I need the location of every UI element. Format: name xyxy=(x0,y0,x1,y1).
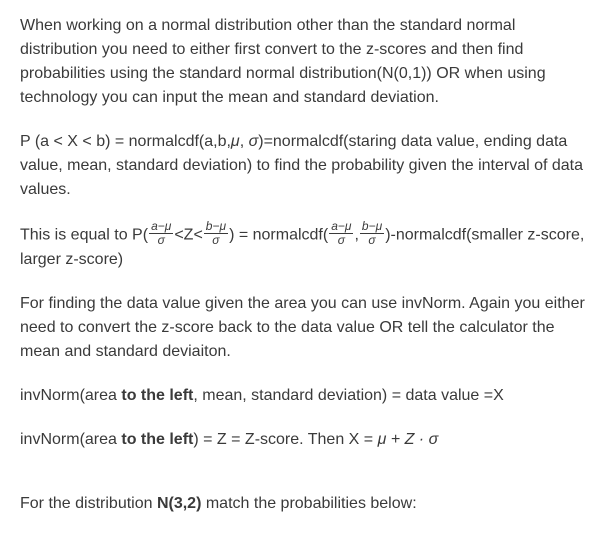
bold-text: to the left xyxy=(121,431,193,448)
text: ) = normalcdf( xyxy=(229,226,328,243)
numerator: b−μ xyxy=(360,220,384,234)
paragraph-zscore-equation: This is equal to P(a−μσ<Z<b−μσ) = normal… xyxy=(20,222,591,272)
mu-symbol: μ xyxy=(231,133,240,150)
denominator: σ xyxy=(204,234,228,247)
denominator: σ xyxy=(329,234,353,247)
bold-text: to the left xyxy=(121,387,193,404)
sigma-symbol: σ xyxy=(249,133,259,150)
text: ) = Z = Z-score. Then X = xyxy=(193,431,377,448)
fraction: a−μσ xyxy=(328,220,354,246)
text: <Z< xyxy=(174,226,202,243)
paragraph-invnorm-z: invNorm(area to the left) = Z = Z-score.… xyxy=(20,428,591,452)
text: invNorm(area xyxy=(20,387,121,404)
text: P (a < X < b) = normalcdf(a,b, xyxy=(20,133,231,150)
numerator: a−μ xyxy=(149,220,173,234)
fraction: b−μσ xyxy=(359,220,385,246)
fraction: a−μσ xyxy=(148,220,174,246)
text: This is equal to P( xyxy=(20,226,148,243)
numerator: b−μ xyxy=(204,220,228,234)
paragraph-invnorm-intro: For finding the data value given the are… xyxy=(20,292,591,364)
paragraph-normalcdf: P (a < X < b) = normalcdf(a,b,μ, σ)=norm… xyxy=(20,130,591,202)
bold-text: N(3,2) xyxy=(157,495,201,512)
text: invNorm(area xyxy=(20,431,121,448)
text: , mean, standard deviation) = data value… xyxy=(193,387,503,404)
text: When working on a normal distribution ot… xyxy=(20,17,546,106)
numerator: a−μ xyxy=(329,220,353,234)
text: For finding the data value given the are… xyxy=(20,295,585,360)
paragraph-intro: When working on a normal distribution ot… xyxy=(20,14,591,110)
text: , xyxy=(240,133,249,150)
denominator: σ xyxy=(149,234,173,247)
formula: μ + Z · σ xyxy=(378,431,439,448)
paragraph-prompt: For the distribution N(3,2) match the pr… xyxy=(20,492,591,516)
paragraph-invnorm-full: invNorm(area to the left, mean, standard… xyxy=(20,384,591,408)
text: match the probabilities below: xyxy=(201,495,416,512)
text: For the distribution xyxy=(20,495,157,512)
denominator: σ xyxy=(360,234,384,247)
fraction: b−μσ xyxy=(203,220,229,246)
